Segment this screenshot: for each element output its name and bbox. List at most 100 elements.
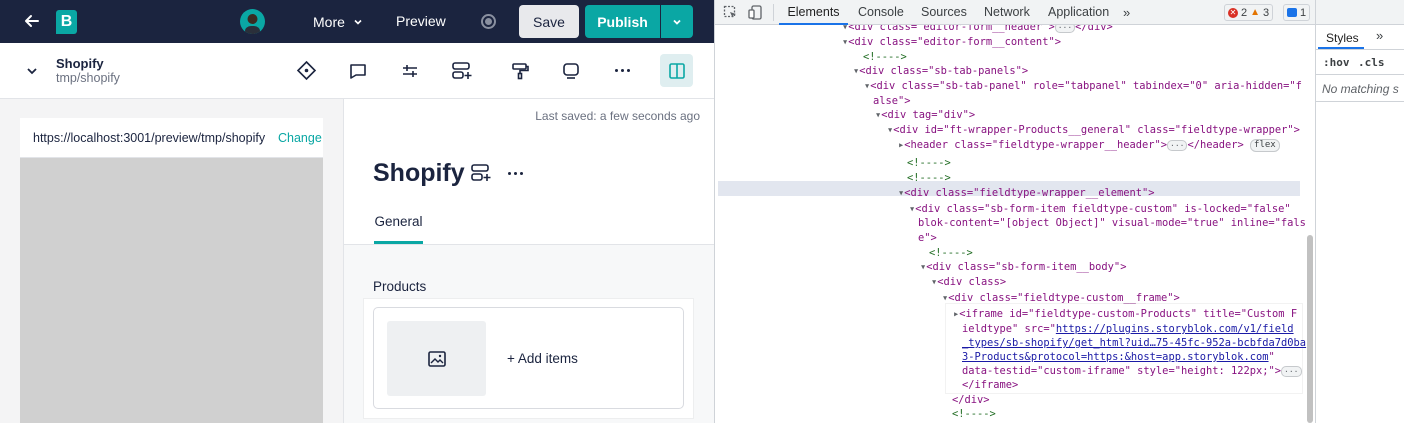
story-toolbar: Shopify tmp/shopify: [0, 43, 714, 99]
dom-comment[interactable]: <!---->: [907, 171, 1315, 186]
flex-badge[interactable]: flex: [1250, 138, 1280, 152]
dom-line: 3-Products&protocol=https:&host=app.stor…: [962, 350, 1275, 365]
tab-network[interactable]: Network: [984, 0, 1030, 25]
dom-line: ieldtype" src="https://plugins.storyblok…: [962, 322, 1294, 337]
space-title: Shopify: [56, 56, 104, 71]
publish-options-button[interactable]: [661, 5, 693, 38]
dom-comment[interactable]: <!---->: [929, 246, 1315, 261]
messages-counter[interactable]: 1: [1283, 4, 1311, 21]
preview-frame: [20, 158, 323, 423]
dom-line[interactable]: ▸<header class="fieldtype-wrapper__heade…: [898, 138, 1315, 153]
error-count: 2: [1241, 6, 1248, 19]
change-url-link[interactable]: Change u: [278, 131, 323, 145]
tab-elements[interactable]: Elements: [779, 0, 848, 25]
toggle-panel-button[interactable]: [660, 54, 693, 87]
back-arrow-icon[interactable]: [22, 11, 42, 31]
diamond-target-icon[interactable]: [296, 60, 317, 86]
dom-text: alse">: [873, 95, 911, 107]
dom-line[interactable]: ▾<div class="fieldtype-wrapper__element"…: [898, 186, 1315, 201]
dom-comment[interactable]: <!---->: [863, 50, 1315, 65]
dom-text: </div>: [952, 394, 990, 406]
ellipsis-badge[interactable]: ···: [1054, 25, 1076, 33]
dom-line[interactable]: ▸<iframe id="fieldtype-custom-Products" …: [953, 307, 1297, 322]
styles-pane: Styles » :hov .cls No matching s: [1315, 0, 1404, 423]
dom-text: </div>: [1075, 25, 1113, 33]
title-more-icon[interactable]: [508, 172, 523, 175]
dom-comment[interactable]: <!---->: [907, 156, 1315, 171]
tab-application[interactable]: Application: [1048, 0, 1109, 25]
warning-count: 3: [1263, 6, 1270, 19]
device-toggle-icon[interactable]: [748, 5, 763, 23]
dom-text: <div id="ft-wrapper-Products__general" c…: [893, 124, 1300, 136]
hov-toggle[interactable]: :hov: [1323, 56, 1350, 69]
dom-text: <div class>: [937, 276, 1007, 288]
app-root: B More Preview Save Publish Shopify tmp/…: [0, 0, 1404, 423]
dom-text: ": [1268, 351, 1275, 363]
preview-button[interactable]: Preview: [396, 13, 446, 29]
dom-line[interactable]: ▾<div class>: [931, 275, 1315, 290]
preview-url-bar: https://localhost:3001/preview/tmp/shopi…: [20, 118, 323, 158]
space-path: tmp/shopify: [56, 71, 120, 85]
devtools-toolbar: Elements Console Sources Network Applica…: [715, 0, 1404, 25]
tab-sources[interactable]: Sources: [921, 0, 967, 25]
dom-comment[interactable]: <!---->: [952, 407, 1072, 422]
dom-line[interactable]: ▾<div class= editor-form__header > ··· </d…: [842, 25, 1315, 35]
save-button[interactable]: Save: [519, 5, 579, 38]
sidebar-layout-icon: [668, 62, 685, 79]
add-block-icon[interactable]: [451, 60, 473, 87]
dom-text: </header>: [1187, 139, 1244, 151]
dom-line[interactable]: ▾<div class="sb-form-item fieldtype-cust…: [909, 202, 1315, 217]
comment-icon[interactable]: [348, 61, 368, 86]
scrollbar-thumb[interactable]: [1307, 235, 1313, 423]
dom-text: <div class= editor-form__header >: [848, 25, 1055, 33]
dom-line[interactable]: ▾<div id="ft-wrapper-Products__general" …: [887, 123, 1315, 138]
dom-text: <header class="fieldtype-wrapper__header…: [904, 139, 1168, 151]
chevron-down-icon: [354, 19, 362, 25]
add-block-icon[interactable]: [470, 162, 492, 189]
iframe-src-link[interactable]: 3-Products&protocol=https:&host=app.stor…: [962, 351, 1269, 363]
add-items-button[interactable]: + Add items: [507, 351, 578, 366]
storyblok-logo[interactable]: B: [56, 10, 77, 34]
more-tabs-icon[interactable]: »: [1376, 28, 1383, 43]
iframe-src-link[interactable]: _types/sb-shopify/get_html?uid…75-45fc-9…: [962, 336, 1306, 351]
iframe-src-link[interactable]: https://plugins.storyblok.com/v1/field: [1056, 323, 1294, 335]
story-title: Shopify: [373, 159, 465, 187]
top-bar: B More Preview Save Publish: [0, 0, 714, 43]
inspect-element-icon[interactable]: [723, 5, 738, 23]
tab-console[interactable]: Console: [858, 0, 904, 25]
dom-text: <iframe id="fieldtype-custom-Products" t…: [959, 308, 1298, 320]
ellipsis-badge[interactable]: ···: [1281, 365, 1302, 377]
last-saved-text: Last saved: a few seconds ago: [535, 109, 700, 123]
tab-general[interactable]: General: [374, 214, 423, 244]
dom-line[interactable]: ▾<div tag="div">: [875, 108, 1315, 123]
dom-tree-scrollbar[interactable]: [1305, 25, 1315, 423]
dom-text: <div class="fieldtype-custom__frame">: [948, 292, 1180, 304]
dom-text: e">: [918, 232, 937, 244]
collapse-chevron-icon[interactable]: [26, 64, 38, 82]
message-icon: [1287, 8, 1297, 17]
more-tabs-icon[interactable]: »: [1123, 0, 1130, 25]
dom-line[interactable]: ▾<div class="sb-form-item__body">: [920, 260, 1315, 275]
dom-text: </iframe>: [962, 379, 1019, 391]
issues-counter[interactable]: ✕ 2 ▲ 3: [1224, 4, 1274, 21]
dom-text: ieldtype" src=": [962, 323, 1056, 335]
sliders-icon[interactable]: [400, 61, 420, 86]
dom-line[interactable]: ▾<div class="editor-form__content">: [842, 35, 1315, 50]
monitor-icon[interactable]: [561, 61, 581, 86]
error-icon: ✕: [1228, 7, 1238, 18]
dom-text: <div class="sb-tab-panel" role="tabpanel…: [870, 80, 1302, 92]
field-label: Products: [373, 279, 427, 294]
cls-toggle[interactable]: .cls: [1358, 56, 1385, 69]
ellipsis-badge[interactable]: ···: [1167, 139, 1188, 151]
more-options-icon[interactable]: [615, 69, 630, 72]
paint-roller-icon[interactable]: [510, 61, 530, 86]
more-menu-button[interactable]: More: [313, 13, 363, 31]
more-label: More: [313, 14, 345, 30]
dom-text: <div class="fieldtype-wrapper__element">: [904, 187, 1155, 199]
no-matching-text: No matching s: [1322, 82, 1399, 96]
dom-line[interactable]: ▾<div class="sb-tab-panels">: [853, 64, 1315, 79]
publish-button[interactable]: Publish: [585, 5, 660, 38]
avatar[interactable]: [240, 9, 265, 34]
dom-line[interactable]: ▾<div class="sb-tab-panel" role="tabpane…: [864, 79, 1315, 94]
status-dot-icon: [481, 14, 496, 29]
